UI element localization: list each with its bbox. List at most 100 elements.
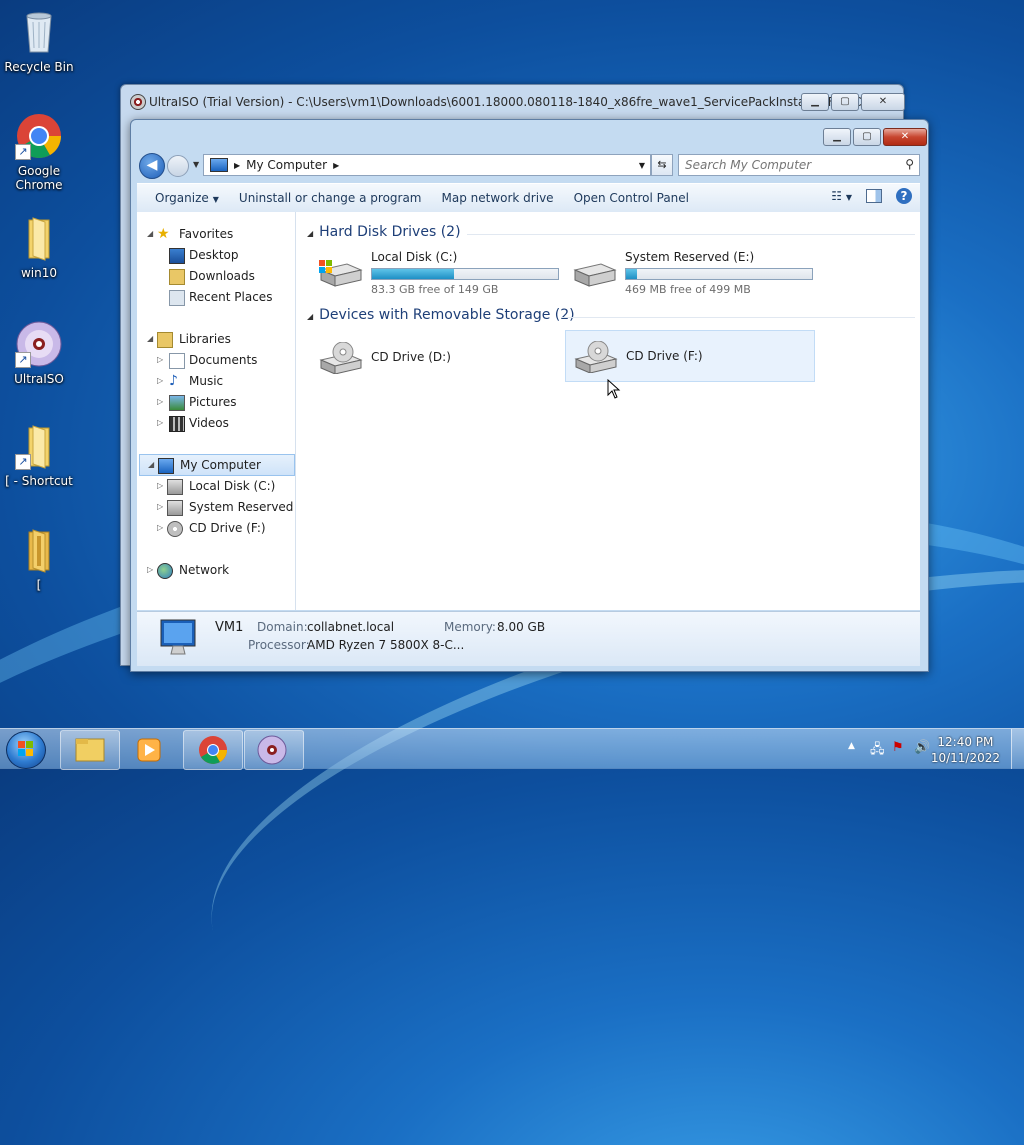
map-network-drive-button[interactable]: Map network drive: [432, 191, 564, 205]
drive-free-space: 83.3 GB free of 149 GB: [371, 283, 499, 296]
view-controls: ☷ ▼ ?: [831, 188, 912, 204]
hard-drive-windows-icon: [319, 260, 363, 287]
collapse-group-icon[interactable]: ◢: [307, 312, 313, 321]
explorer-window[interactable]: ▁ ▢ ✕ ◀ ▼ ▶ My Computer ▶ ▼ ⇆ ⚲ Organize…: [130, 119, 929, 672]
breadcrumb-separator-icon: ▶: [333, 160, 340, 170]
address-dropdown-icon[interactable]: ▼: [639, 161, 645, 170]
nav-my-computer[interactable]: ◢ My Computer: [139, 454, 295, 476]
show-hidden-icons-icon[interactable]: ▲: [848, 741, 855, 751]
network-icon[interactable]: 🖧: [870, 740, 885, 762]
nav-documents[interactable]: ▷ Documents: [137, 350, 295, 370]
group-header-hard-disk-drives[interactable]: ◢ Hard Disk Drives (2): [307, 224, 461, 240]
documents-icon: [169, 353, 185, 369]
drive-system-reserved-e[interactable]: System Reserved (E:) 469 MB free of 499 …: [565, 246, 813, 296]
explorer-content: ◢ ★ Favorites Desktop Downloads Recent P…: [137, 212, 920, 610]
nav-cd-drive-f[interactable]: ▷ CD Drive (F:): [137, 518, 295, 538]
nav-favorites[interactable]: ◢ ★ Favorites: [137, 224, 295, 244]
volume-icon[interactable]: 🔊: [914, 740, 930, 755]
star-icon: ★: [157, 226, 170, 242]
desktop-icon-recycle-bin[interactable]: Recycle Bin: [1, 8, 77, 74]
nav-downloads[interactable]: Downloads: [137, 266, 295, 286]
collapse-arrow-icon[interactable]: ▷: [157, 392, 163, 412]
drive-local-disk-c[interactable]: Local Disk (C:) 83.3 GB free of 149 GB: [311, 246, 559, 296]
nav-system-reserved-e[interactable]: ▷ System Reserved (E:): [137, 497, 295, 517]
close-button[interactable]: ✕: [861, 93, 905, 111]
expand-arrow-icon[interactable]: ◢: [147, 329, 153, 349]
domain-label: Domain:: [257, 620, 308, 634]
desktop-icon-folder[interactable]: [: [1, 526, 77, 592]
nav-recent-places[interactable]: Recent Places: [137, 287, 295, 307]
collapse-arrow-icon[interactable]: ▷: [157, 413, 163, 433]
preview-pane-icon[interactable]: [866, 189, 882, 203]
nav-label: Favorites: [179, 227, 234, 241]
collapse-arrow-icon[interactable]: ▷: [157, 518, 163, 538]
nav-desktop[interactable]: Desktop: [137, 245, 295, 265]
downloads-folder-icon: [169, 269, 185, 285]
refresh-button[interactable]: ⇆: [651, 154, 673, 176]
breadcrumb-separator-icon: ▶: [234, 160, 241, 170]
nav-libraries[interactable]: ◢ Libraries: [137, 329, 295, 349]
desktop-icon-google-chrome[interactable]: ↗ Google Chrome: [1, 112, 77, 192]
computer-name: VM1: [215, 620, 244, 635]
clock[interactable]: 12:40 PM 10/11/2022: [931, 734, 1000, 766]
drive-name: Local Disk (C:): [371, 250, 458, 264]
drive-cd-d[interactable]: CD Drive (D:): [311, 332, 557, 382]
search-box[interactable]: ⚲: [678, 154, 920, 176]
minimize-button[interactable]: ▁: [823, 128, 851, 146]
expand-arrow-icon[interactable]: ◢: [148, 455, 154, 475]
desktop-icon-ultraiso[interactable]: ↗ UltraISO: [1, 320, 77, 386]
taskbar-ultraiso-button[interactable]: [244, 730, 304, 770]
nav-network[interactable]: ▷ Network: [137, 560, 295, 580]
breadcrumb-my-computer[interactable]: My Computer: [246, 158, 327, 172]
collapse-group-icon[interactable]: ◢: [307, 229, 313, 238]
address-bar[interactable]: ▶ My Computer ▶ ▼: [203, 154, 651, 176]
chrome-icon: [199, 736, 227, 764]
taskbar-explorer-button[interactable]: [60, 730, 120, 770]
change-view-icon[interactable]: ☷ ▼: [831, 189, 852, 203]
start-button[interactable]: [6, 731, 46, 769]
expand-arrow-icon[interactable]: ◢: [147, 224, 153, 244]
nav-label: Downloads: [189, 269, 255, 283]
collapse-arrow-icon[interactable]: ▷: [157, 476, 163, 496]
back-button[interactable]: ◀: [139, 153, 165, 179]
collapse-arrow-icon[interactable]: ▷: [157, 371, 163, 391]
search-input[interactable]: [679, 155, 887, 175]
organize-button[interactable]: Organize ▼: [137, 191, 229, 205]
collapse-arrow-icon[interactable]: ▷: [157, 497, 163, 517]
nav-label: Desktop: [189, 248, 239, 262]
hard-drive-icon: [167, 500, 183, 516]
open-control-panel-button[interactable]: Open Control Panel: [564, 191, 699, 205]
collapse-arrow-icon[interactable]: ▷: [157, 350, 163, 370]
group-divider: [467, 234, 915, 235]
uninstall-program-button[interactable]: Uninstall or change a program: [229, 191, 432, 205]
show-desktop-button[interactable]: [1011, 729, 1024, 769]
nav-pictures[interactable]: ▷ Pictures: [137, 392, 295, 412]
search-icon[interactable]: ⚲: [905, 157, 914, 171]
recent-pages-dropdown[interactable]: ▼: [193, 160, 199, 169]
drive-name: CD Drive (F:): [626, 349, 703, 363]
action-center-icon[interactable]: ⚑: [892, 740, 904, 755]
minimize-button[interactable]: ▁: [801, 93, 829, 111]
desktop-icon-shortcut[interactable]: ↗ [ - Shortcut: [1, 422, 77, 488]
desktop-icon-win10[interactable]: win10: [1, 214, 77, 280]
close-button[interactable]: ✕: [883, 128, 927, 146]
taskbar-chrome-button[interactable]: [183, 730, 243, 770]
help-icon[interactable]: ?: [896, 188, 912, 204]
taskbar-media-player-button[interactable]: [121, 730, 179, 770]
drive-cd-f[interactable]: CD Drive (F:): [565, 330, 815, 382]
command-bar: Organize ▼ Uninstall or change a program …: [137, 183, 920, 213]
nav-videos[interactable]: ▷ Videos: [137, 413, 295, 433]
network-icon: [157, 563, 173, 579]
forward-button[interactable]: [167, 155, 189, 177]
group-header-removable-storage[interactable]: ◢ Devices with Removable Storage (2): [307, 307, 575, 323]
taskbar: ▲ 🖧 ⚑ 🔊 12:40 PM 10/11/2022: [0, 728, 1024, 770]
maximize-button[interactable]: ▢: [831, 93, 859, 111]
mouse-cursor-icon: [607, 379, 621, 399]
nav-label: Recent Places: [189, 290, 273, 304]
desktop-icon-label: win10: [20, 266, 58, 280]
nav-local-disk-c[interactable]: ▷ Local Disk (C:): [137, 476, 295, 496]
nav-music[interactable]: ▷ ♪ Music: [137, 371, 295, 391]
maximize-button[interactable]: ▢: [853, 128, 881, 146]
nav-label: Network: [179, 563, 230, 577]
collapse-arrow-icon[interactable]: ▷: [147, 560, 153, 580]
